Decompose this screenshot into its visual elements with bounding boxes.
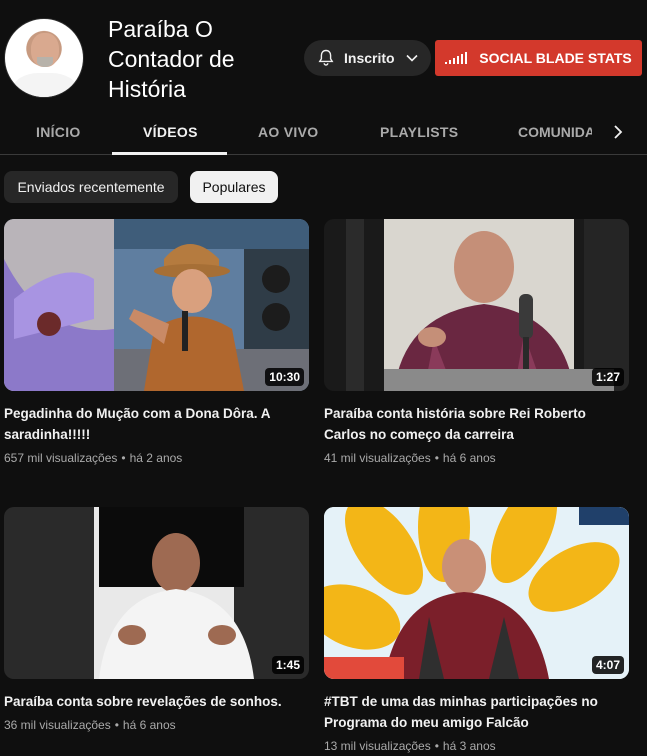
tab-ao-vivo[interactable]: AO VIVO: [258, 124, 318, 140]
video-duration: 1:27: [591, 368, 624, 386]
video-meta: 36 mil visualizações • há 6 anos: [4, 718, 309, 732]
meta-separator: •: [121, 451, 126, 465]
video-meta: 657 mil visualizações • há 2 anos: [4, 451, 309, 465]
video-thumbnail[interactable]: 1:45: [4, 507, 309, 679]
meta-separator: •: [434, 739, 439, 753]
meta-separator: •: [114, 718, 119, 732]
signal-bars-icon: [445, 52, 468, 64]
video-card[interactable]: 4:07 #TBT de uma das minhas participaçõe…: [324, 507, 629, 753]
bell-icon: [318, 49, 334, 66]
tab-comunidade[interactable]: COMUNIDADE: [518, 124, 592, 140]
video-title[interactable]: #TBT de uma das minhas participações no …: [324, 691, 624, 733]
filter-chip-popular[interactable]: Populares: [190, 171, 278, 203]
video-meta: 13 mil visualizações • há 3 anos: [324, 739, 629, 753]
channel-name: Paraíba O Contador de História: [108, 16, 235, 102]
video-views: 657 mil visualizações: [4, 451, 118, 465]
video-duration: 4:07: [591, 656, 624, 674]
video-age: há 6 anos: [442, 451, 496, 465]
chevron-right-icon[interactable]: [608, 122, 628, 142]
video-thumbnail[interactable]: 1:27: [324, 219, 629, 391]
avatar-shirt: [13, 73, 77, 97]
filter-chip-recent[interactable]: Enviados recentemente: [4, 171, 178, 203]
video-views: 36 mil visualizações: [4, 718, 111, 732]
video-title[interactable]: Pegadinha do Mução com a Dona Dôra. A sa…: [4, 403, 304, 445]
social-blade-stats-label: SOCIAL BLADE STATS: [479, 50, 632, 66]
video-card[interactable]: 1:45 Paraíba conta sobre revelações de s…: [4, 507, 309, 732]
video-duration: 10:30: [265, 368, 304, 386]
video-card[interactable]: 1:27 Paraíba conta história sobre Rei Ro…: [324, 219, 629, 465]
thumbnail-art: [324, 219, 629, 391]
thumbnail-art: [4, 219, 309, 391]
video-duration: 1:45: [271, 656, 304, 674]
video-thumbnail[interactable]: 10:30: [4, 219, 309, 391]
video-title[interactable]: Paraíba conta história sobre Rei Roberto…: [324, 403, 624, 445]
chevron-down-icon: [406, 54, 418, 62]
subscribe-label: Inscrito: [344, 50, 395, 66]
thumbnail-art: [324, 507, 629, 679]
thumbnail-art: [4, 507, 309, 679]
tab-playlists[interactable]: PLAYLISTS: [380, 124, 458, 140]
channel-header: Paraíba O Contador de História Inscrito …: [0, 0, 647, 112]
tab-videos[interactable]: VÍDEOS: [143, 124, 198, 140]
social-blade-stats-button[interactable]: SOCIAL BLADE STATS: [435, 40, 642, 76]
video-views: 41 mil visualizações: [324, 451, 431, 465]
active-tab-indicator: [112, 152, 227, 155]
video-age: há 2 anos: [129, 451, 183, 465]
channel-avatar[interactable]: [4, 18, 84, 98]
video-title[interactable]: Paraíba conta sobre revelações de sonhos…: [4, 691, 304, 712]
video-card[interactable]: 10:30 Pegadinha do Mução com a Dona Dôra…: [4, 219, 309, 465]
meta-separator: •: [434, 451, 439, 465]
video-meta: 41 mil visualizações • há 6 anos: [324, 451, 629, 465]
video-age: há 3 anos: [442, 739, 496, 753]
subscribe-button[interactable]: Inscrito: [304, 40, 431, 76]
video-thumbnail[interactable]: 4:07: [324, 507, 629, 679]
tab-inicio[interactable]: INÍCIO: [36, 124, 81, 140]
video-views: 13 mil visualizações: [324, 739, 431, 753]
avatar-beard: [37, 57, 53, 67]
video-age: há 6 anos: [122, 718, 176, 732]
channel-tabs: INÍCIO VÍDEOS AO VIVO PLAYLISTS COMUNIDA…: [0, 112, 647, 155]
